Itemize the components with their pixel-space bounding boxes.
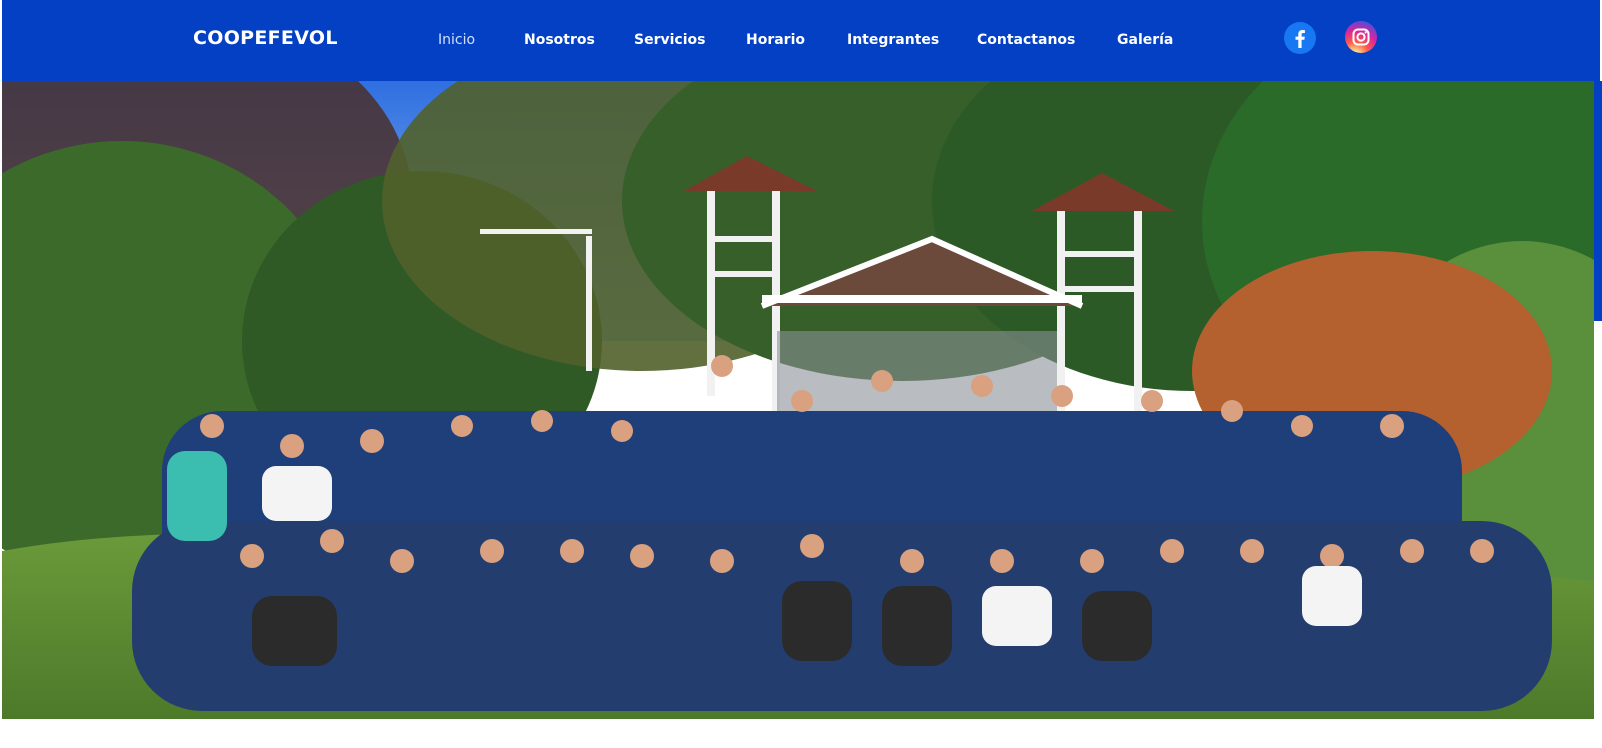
- top-navbar: COOPEFEVOL Inicio Nosotros Servicios Hor…: [2, 0, 1600, 81]
- nav-galeria[interactable]: Galería: [1117, 32, 1173, 48]
- nav-inicio[interactable]: Inicio: [438, 32, 475, 48]
- brand-logo-text[interactable]: COOPEFEVOL: [193, 27, 338, 49]
- group-photo-image: [2, 81, 1594, 719]
- right-edge-strip: [1594, 81, 1602, 321]
- nav-nosotros[interactable]: Nosotros: [524, 32, 595, 48]
- instagram-icon[interactable]: [1345, 21, 1377, 53]
- nav-integrantes[interactable]: Integrantes: [847, 32, 939, 48]
- hero-group-photo: [2, 81, 1594, 719]
- page-content-area: [2, 719, 1600, 748]
- nav-horario[interactable]: Horario: [746, 32, 805, 48]
- facebook-icon[interactable]: [1284, 22, 1316, 54]
- nav-servicios[interactable]: Servicios: [634, 32, 705, 48]
- nav-contactanos[interactable]: Contactanos: [977, 32, 1075, 48]
